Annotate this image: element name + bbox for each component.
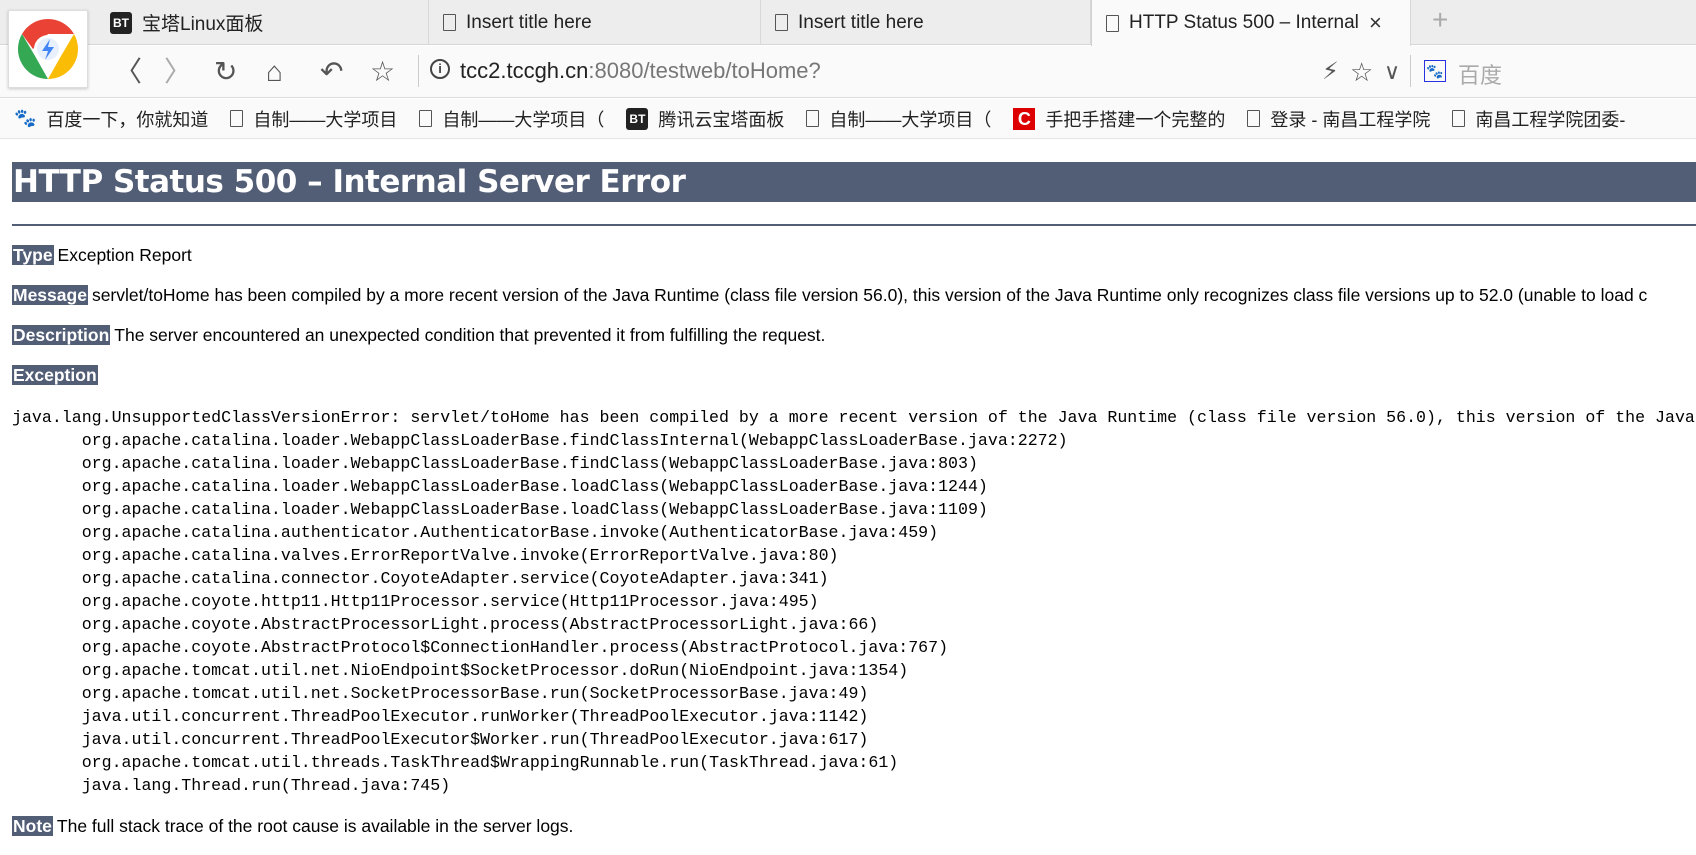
exception-label: Exception [12,365,98,385]
type-value: Exception Report [57,245,192,265]
url-host: tcc2.tccgh.cn [460,58,589,83]
tab-title: Insert title here [466,11,592,33]
tab-title: 宝塔Linux面板 [142,14,264,35]
type-row: Type Exception Report [12,245,192,266]
bookmarks-bar: 🐾 百度一下，你就知道 自制——大学项目 自制——大学项目（ BT 腾讯云宝塔面板 … [0,99,1696,139]
page-icon [443,14,456,31]
message-label: Message [12,285,88,305]
message-row: Message servlet/toHome has been compiled … [12,285,1647,306]
navigation-toolbar: 〈 〉 ↻ ⌂ ↶ ☆ i tcc2.tccgh.cn:8080/testweb… [0,46,1696,98]
description-label: Description [12,325,111,345]
page-icon [1247,110,1261,127]
tab-http-500[interactable]: HTTP Status 500 – Internal S × [1091,0,1411,46]
page-title: HTTP Status 500 – Internal Server Error [12,162,1696,202]
baidu-icon: 🐾 [14,108,37,128]
type-label: Type [12,245,54,265]
bookmark-baidu[interactable]: 🐾 百度一下，你就知道 [14,106,208,132]
bookmark-label: 百度一下，你就知道 [46,109,209,130]
bt-icon: BT [110,11,132,34]
baidu-icon: 🐾 [1424,60,1446,82]
description-row: Description The server encountered an une… [12,325,825,346]
url-path: :8080/testweb/toHome? [588,58,821,83]
reload-icon[interactable]: ↻ [214,54,237,90]
home-icon[interactable]: ⌂ [266,54,283,90]
divider [12,224,1696,226]
tab-bar: BT 宝塔Linux面板 Insert title here Insert ti… [0,0,1696,46]
bookmark-youth-league[interactable]: 南昌工程学院团委- [1452,106,1625,132]
description-value: The server encountered an unexpected con… [114,325,826,345]
bookmark-label: 手把手搭建一个完整的 [1045,109,1226,130]
close-tab-icon[interactable]: × [1369,10,1382,36]
address-bar[interactable]: tcc2.tccgh.cn:8080/testweb/toHome? [460,58,821,84]
undo-icon[interactable]: ↶ [320,54,343,90]
bookmark-label: 南昌工程学院团委- [1475,109,1626,130]
bookmark-tencent-baota[interactable]: BT 腾讯云宝塔面板 [626,106,784,132]
note-value: The full stack trace of the root cause i… [56,816,574,836]
tab-insert-title-2[interactable]: Insert title here [761,0,1091,45]
message-value: servlet/toHome has been compiled by a mo… [91,285,1648,305]
browser-logo-icon [17,18,79,80]
tab-title: HTTP Status 500 – Internal S [1129,12,1359,33]
browser-logo[interactable] [8,10,88,88]
divider [418,55,419,87]
bookmark-csdn[interactable]: C 手把手搭建一个完整的 [1013,106,1225,132]
page-icon [419,110,433,127]
bookmark-label: 自制——大学项目（ [829,109,992,130]
new-tab-button[interactable]: + [1432,4,1448,36]
tab-title: Insert title here [798,11,924,33]
search-engine-input[interactable]: 百度 [1458,58,1502,90]
info-icon[interactable]: i [430,59,450,79]
back-icon[interactable]: 〈 [114,54,142,90]
bookmark-label: 登录 - 南昌工程学院 [1270,109,1431,130]
bookmark-label: 腾讯云宝塔面板 [658,109,785,130]
favorite-star-icon[interactable]: ☆ [1350,54,1373,90]
tab-baota[interactable]: BT 宝塔Linux面板 [96,0,429,45]
bookmark-star-icon[interactable]: ☆ [370,54,395,90]
bookmark-project-3[interactable]: 自制——大学项目（ [806,106,991,132]
note-label: Note [12,816,53,836]
divider [1410,55,1411,87]
bookmark-project-2[interactable]: 自制——大学项目（ [419,106,604,132]
bookmark-login[interactable]: 登录 - 南昌工程学院 [1247,106,1430,132]
csdn-icon: C [1013,107,1036,130]
page-icon [775,14,788,31]
bookmark-project-1[interactable]: 自制——大学项目 [230,106,397,132]
page-icon [1106,14,1119,32]
page-icon [806,110,820,127]
note-row: Note The full stack trace of the root cau… [12,816,573,837]
lightning-icon[interactable]: ⚡ [1322,54,1339,90]
bookmark-label: 自制——大学项目 [253,109,398,130]
bt-icon: BT [626,107,649,130]
page-icon [230,110,244,127]
exception-row: Exception [12,365,102,386]
page-icon [1452,110,1466,127]
stack-trace: java.lang.UnsupportedClassVersionError: … [12,408,1695,795]
forward-icon[interactable]: 〉 [164,54,192,90]
bookmark-label: 自制——大学项目（ [442,109,605,130]
chevron-down-icon[interactable]: ∨ [1384,54,1400,90]
tab-insert-title-1[interactable]: Insert title here [429,0,761,45]
